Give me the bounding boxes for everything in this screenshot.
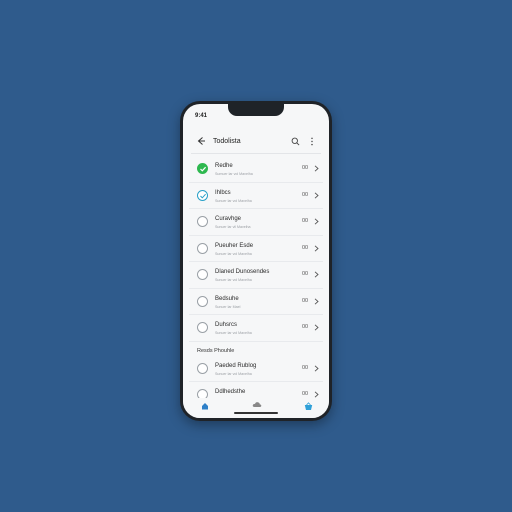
phone-screen: 9:41 Todolista Redhe Sumuer lar vol Mave… <box>183 104 329 418</box>
task-subtitle: Sunuer lar vil Mavelha <box>215 225 251 229</box>
list-item[interactable]: Duhsrcs Sunuer lar vol Mavelha 00 <box>189 315 323 342</box>
chevron-right-icon <box>314 364 319 372</box>
list-item[interactable]: Redhe Sumuer lar vol Mavelha 00 <box>189 156 323 183</box>
task-subtitle: Sunuer lar Mael <box>215 304 241 309</box>
task-list: Redhe Sumuer lar vol Mavelha 00 Ihlbcs S… <box>183 156 329 409</box>
task-title: Ihlbcs <box>215 189 231 196</box>
header-divider <box>191 153 321 154</box>
task-subtitle: Sunuer lar vol Mavelha <box>215 331 252 335</box>
list-item[interactable]: Curavhge Sunuer lar vil Mavelha 00 <box>189 209 323 236</box>
page-title: Todolista <box>213 138 241 145</box>
task-checkbox[interactable] <box>197 295 208 307</box>
task-count: 00 <box>302 364 309 371</box>
section-heading: Resds Phouhle <box>197 347 235 354</box>
task-subtitle: Sumuer lar vol Mavelha <box>215 172 253 176</box>
task-subtitle: Sunuer lar vol Mavelha <box>215 278 252 282</box>
cloud-icon[interactable] <box>252 401 262 408</box>
task-count: 00 <box>302 165 309 171</box>
checkmark-icon <box>200 166 207 172</box>
task-title: Pueuher Esde <box>215 242 254 249</box>
list-item[interactable]: Pueuher Esde Sunuer lar vol Mavelha 00 <box>189 236 323 262</box>
task-count: 00 <box>302 324 309 330</box>
chevron-right-icon <box>314 244 319 252</box>
task-title: Redhe <box>215 163 233 169</box>
list-item[interactable]: Paeded Rublog Sunuer lar vol Mavelha 00 <box>189 356 323 382</box>
task-subtitle: Sunuer lar vol Mavelha <box>215 371 252 376</box>
task-checkbox[interactable] <box>197 189 208 201</box>
task-count: 00 <box>302 391 309 397</box>
task-title: Duhsrcs <box>215 322 238 328</box>
more-icon[interactable] <box>310 137 314 146</box>
task-count: 00 <box>302 271 309 277</box>
task-checkbox[interactable] <box>197 163 208 174</box>
home-icon[interactable] <box>201 402 209 410</box>
task-subtitle: Sunuer lar vol Mavelha <box>215 251 252 256</box>
checkmark-icon <box>200 193 206 199</box>
chevron-right-icon <box>314 218 319 225</box>
home-indicator <box>234 412 278 414</box>
chevron-right-icon <box>314 324 319 331</box>
task-title: Ddlhedsthe <box>215 389 246 395</box>
task-checkbox[interactable] <box>197 322 208 333</box>
task-subtitle: Sunuer lar vol Mavelha <box>215 198 252 203</box>
task-title: Dlaned Dunosendes <box>215 269 270 275</box>
task-checkbox[interactable] <box>197 362 208 374</box>
chevron-right-icon <box>314 191 319 199</box>
phone-frame: 9:41 Todolista Redhe Sumuer lar vol Mave… <box>180 101 332 421</box>
chevron-right-icon <box>314 391 319 398</box>
task-count: 00 <box>302 244 309 251</box>
task-title: Bedsuhe <box>215 295 239 302</box>
app-header: Todolista <box>183 132 329 154</box>
task-title: Paeded Rublog <box>215 362 257 369</box>
task-count: 00 <box>302 297 309 304</box>
chevron-right-icon <box>314 297 319 305</box>
task-title: Curavhge <box>215 216 242 222</box>
bottom-tab-bar <box>183 398 329 418</box>
notch <box>228 104 284 116</box>
task-checkbox[interactable] <box>197 216 208 227</box>
list-item[interactable]: Dlaned Dunosendes Sunuer lar vol Mavelha… <box>189 262 323 289</box>
back-arrow-icon[interactable] <box>196 136 206 146</box>
list-item[interactable]: Ihlbcs Sunuer lar vol Mavelha 00 <box>189 183 323 209</box>
chevron-right-icon <box>314 271 319 278</box>
list-item[interactable]: Bedsuhe Sunuer lar Mael 00 <box>189 289 323 315</box>
basket-icon[interactable] <box>304 402 313 411</box>
status-time: 9:41 <box>195 113 208 119</box>
chevron-right-icon <box>314 165 319 172</box>
task-count: 00 <box>302 191 309 198</box>
task-checkbox[interactable] <box>197 269 208 280</box>
search-icon[interactable] <box>291 137 300 146</box>
task-count: 00 <box>302 218 309 224</box>
task-checkbox[interactable] <box>197 242 208 254</box>
